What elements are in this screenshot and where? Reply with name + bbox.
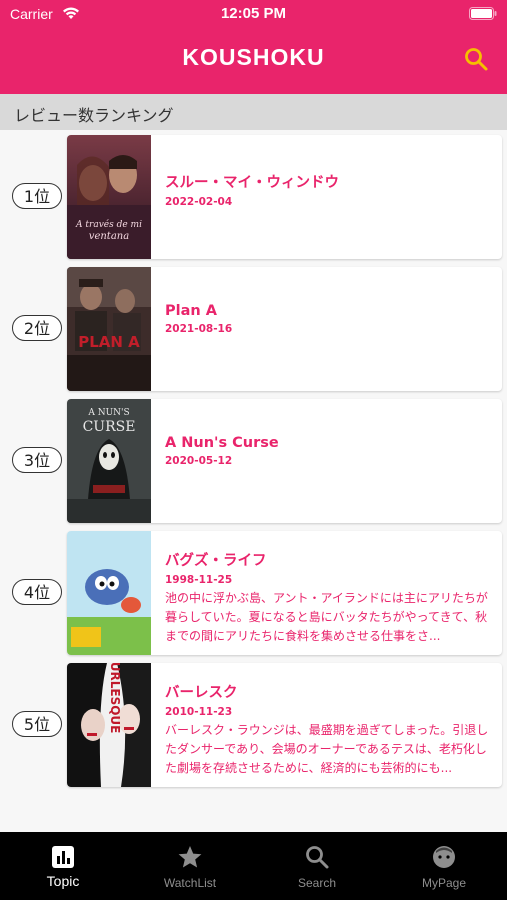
tab-label: WatchList <box>163 876 217 890</box>
app-title: KOUSHOKU <box>182 44 325 70</box>
tab-search[interactable]: Search <box>254 832 380 900</box>
ranking-list: 1位 A través de mi ventana スルー・マイ・ウィンドウ 2… <box>0 130 507 832</box>
movie-date: 2022-02-04 <box>165 196 233 208</box>
movie-card[interactable]: A través de mi ventana スルー・マイ・ウィンドウ 2022… <box>67 135 502 259</box>
tab-watchlist[interactable]: WatchList <box>127 832 253 900</box>
ranking-row: 4位 バグズ・ライフ 1998-11-25 池の中に浮かぶ島、アント・アイランド… <box>0 531 507 655</box>
tab-mypage[interactable]: MyPage <box>381 832 507 900</box>
movie-date: 2021-08-16 <box>165 323 233 335</box>
face-icon <box>433 846 455 868</box>
ranking-row: 3位 A NUN'S CURSE A Nun's Curse 2020-05-1… <box>0 399 507 523</box>
svg-text:CURSE: CURSE <box>83 419 136 435</box>
svg-text:PLAN A: PLAN A <box>78 333 140 351</box>
ranking-row: 1位 A través de mi ventana スルー・マイ・ウィンドウ 2… <box>0 135 507 259</box>
movie-date: 1998-11-25 <box>165 574 233 586</box>
movie-description: 池の中に浮かぶ島、アント・アイランドには主にアリたちが暮らしていた。夏になると島… <box>165 591 488 643</box>
movie-info: A Nun's Curse 2020-05-12 <box>165 435 490 467</box>
movie-title: バーレスク <box>165 685 238 701</box>
movie-poster: A NUN'S CURSE <box>67 399 151 523</box>
rank-badge: 2位 <box>12 315 62 341</box>
movie-card[interactable]: バグズ・ライフ 1998-11-25 池の中に浮かぶ島、アント・アイランドには主… <box>67 531 502 655</box>
battery-icon <box>469 7 497 20</box>
svg-text:A NUN'S: A NUN'S <box>87 408 129 418</box>
movie-poster: BURLESQUE <box>67 663 151 787</box>
status-bar: Carrier 12:05 PM <box>0 0 507 30</box>
movie-card[interactable]: A NUN'S CURSE A Nun's Curse 2020-05-12 <box>67 399 502 523</box>
movie-description: バーレスク・ラウンジは、最盛期を過ぎてしまった。引退したダンサーであり、会場のオ… <box>165 723 489 775</box>
rank-badge: 4位 <box>12 579 62 605</box>
movie-poster: A través de mi ventana <box>67 135 151 259</box>
movie-poster: PLAN A <box>67 267 151 391</box>
movie-poster <box>67 531 151 655</box>
star-icon <box>178 846 202 868</box>
tab-label: MyPage <box>421 876 467 890</box>
rank-badge: 1位 <box>12 183 62 209</box>
section-header: レビュー数ランキング <box>0 94 507 130</box>
movie-card[interactable]: BURLESQUE バーレスク 2010-11-23 バーレスク・ラウンジは、最… <box>67 663 502 787</box>
search-icon <box>306 846 329 869</box>
svg-text:ventana: ventana <box>89 231 129 242</box>
movie-title: バグズ・ライフ <box>165 553 267 569</box>
rank-badge: 3位 <box>12 447 62 473</box>
svg-text:BURLESQUE: BURLESQUE <box>108 663 122 733</box>
movie-info: スルー・マイ・ウィンドウ 2022-02-04 <box>165 171 490 208</box>
rank-badge: 5位 <box>12 711 62 737</box>
movie-info: Plan A 2021-08-16 <box>165 303 490 335</box>
search-icon[interactable] <box>463 46 489 72</box>
movie-info: バーレスク 2010-11-23 バーレスク・ラウンジは、最盛期を過ぎてしまった… <box>165 681 490 778</box>
section-title: レビュー数ランキング <box>14 106 174 125</box>
tab-bar: Topic WatchList Search MyPage <box>0 832 507 900</box>
movie-card[interactable]: PLAN A Plan A 2021-08-16 <box>67 267 502 391</box>
svg-text:A través de mi: A través de mi <box>75 219 142 230</box>
chart-icon <box>52 846 74 868</box>
ranking-row: 2位 PLAN A Plan A 2021-08-16 <box>0 267 507 391</box>
tab-label: Topic <box>46 873 80 889</box>
tab-label: Search <box>297 876 337 890</box>
movie-title: スルー・マイ・ウィンドウ <box>165 175 339 191</box>
movie-date: 2010-11-23 <box>165 706 233 718</box>
tab-topic[interactable]: Topic <box>0 832 126 900</box>
movie-title: A Nun's Curse <box>165 435 279 451</box>
app-header: Carrier 12:05 PM KOUSHOKU <box>0 0 507 94</box>
movie-info: バグズ・ライフ 1998-11-25 池の中に浮かぶ島、アント・アイランドには主… <box>165 549 490 646</box>
movie-date: 2020-05-12 <box>165 455 233 467</box>
ranking-row: 5位 BURLESQUE バーレスク 2010-11-23 バーレスク・ラウンジ… <box>0 663 507 787</box>
movie-title: Plan A <box>165 303 217 319</box>
clock: 12:05 PM <box>220 5 287 22</box>
